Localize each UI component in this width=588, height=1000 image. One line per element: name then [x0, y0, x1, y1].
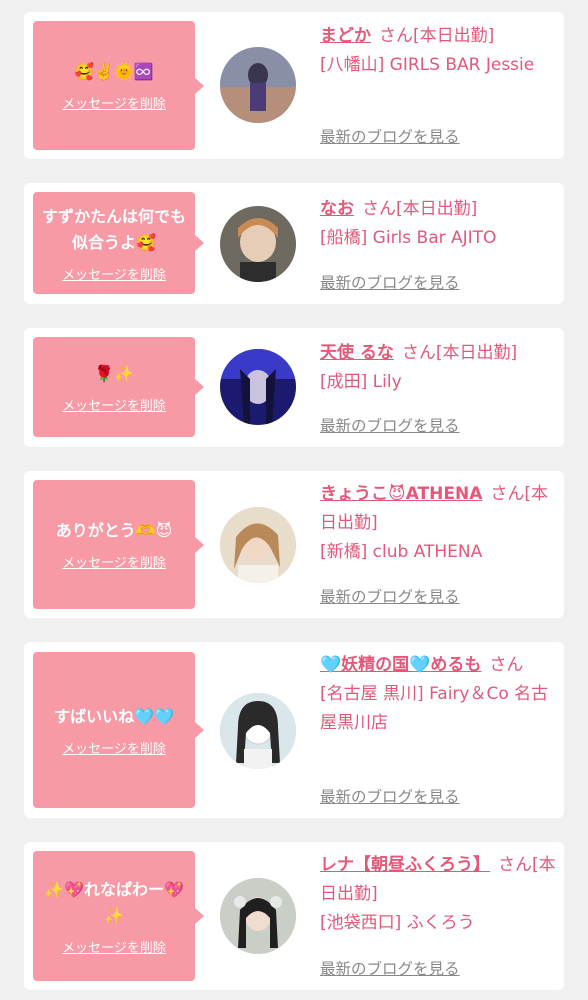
delete-message-link[interactable]: メッセージを削除: [62, 395, 166, 414]
message-card: すばいいね🩵🩵 メッセージを削除 🩵妖精の国🩵めるも さん [名古屋 黒川] Fa…: [24, 642, 564, 818]
message-text: すずかたんは何でも似合うよ🥰: [41, 206, 186, 252]
message-bubble: ✨💖れなぱわー💖✨ メッセージを削除: [33, 851, 204, 981]
cast-info: レナ【朝昼ふくろう】 さん[本日出勤] [池袋西口] ふくろう: [320, 851, 558, 938]
cast-info: 天使 るな さん[本日出勤] [成田] Lily: [320, 339, 558, 397]
latest-blog-link[interactable]: 最新のブログを見る: [320, 957, 460, 979]
attendance-status: [本日出勤]: [435, 343, 518, 363]
latest-blog-link[interactable]: 最新のブログを見る: [320, 785, 460, 807]
cast-name-link[interactable]: 天使 るな: [320, 343, 394, 363]
message-bubble: すばいいね🩵🩵 メッセージを削除: [33, 652, 204, 808]
shop-name: [名古屋 黒川] Fairy＆Co 名古屋黒川店: [320, 684, 549, 733]
latest-blog-link[interactable]: 最新のブログを見る: [320, 125, 460, 147]
cast-avatar[interactable]: [220, 47, 296, 123]
message-card: ✨💖れなぱわー💖✨ メッセージを削除 レナ【朝昼ふくろう】 さん[本日出勤] [池…: [24, 842, 564, 990]
message-text: すばいいね🩵🩵: [54, 706, 174, 726]
cast-name-link[interactable]: まどか: [320, 26, 371, 46]
cast-name-link[interactable]: きょうこ😈ATHENA: [320, 484, 482, 504]
shop-name: [八幡山] GIRLS BAR Jessie: [320, 55, 535, 75]
cast-avatar[interactable]: [220, 349, 296, 425]
message-text: 🥰✌️🌞♾️: [74, 62, 154, 81]
message-bubble: 🌹✨ メッセージを削除: [33, 337, 204, 437]
cast-info: まどか さん[本日出勤] [八幡山] GIRLS BAR Jessie: [320, 22, 558, 80]
shop-name: [成田] Lily: [320, 372, 402, 392]
latest-blog-link[interactable]: 最新のブログを見る: [320, 271, 460, 293]
honorific: さん: [379, 26, 413, 46]
message-card: 🌹✨ メッセージを削除 天使 るな さん[本日出勤] [成田] Lily 最新のブ…: [24, 328, 564, 447]
cast-avatar[interactable]: [220, 878, 296, 954]
shop-name: [船橋] Girls Bar AJITO: [320, 228, 497, 248]
delete-message-link[interactable]: メッセージを削除: [62, 93, 166, 112]
message-card: すずかたんは何でも似合うよ🥰 メッセージを削除 なお さん[本日出勤] [船橋] …: [24, 183, 564, 304]
attendance-status: [本日出勤]: [396, 199, 478, 219]
cast-avatar[interactable]: [220, 206, 296, 282]
message-card: 🥰✌️🌞♾️ メッセージを削除 まどか さん[本日出勤] [八幡山] GIRLS …: [24, 12, 564, 159]
cast-info: きょうこ😈ATHENA さん[本日出勤] [新橋] club ATHENA: [320, 480, 558, 567]
message-card: ありがとう🫶😈 メッセージを削除 きょうこ😈ATHENA さん[本日出勤] [新橋…: [24, 471, 564, 618]
cast-name-link[interactable]: レナ【朝昼ふくろう】: [320, 855, 490, 875]
cast-info: 🩵妖精の国🩵めるも さん [名古屋 黒川] Fairy＆Co 名古屋黒川店: [320, 651, 558, 738]
cast-avatar[interactable]: [220, 693, 296, 769]
message-bubble: 🥰✌️🌞♾️ メッセージを削除: [33, 21, 204, 150]
cast-info: なお さん[本日出勤] [船橋] Girls Bar AJITO: [320, 195, 558, 253]
message-text: ✨💖れなぱわー💖✨: [44, 879, 184, 925]
message-bubble: すずかたんは何でも似合うよ🥰 メッセージを削除: [33, 192, 204, 294]
delete-message-link[interactable]: メッセージを削除: [62, 937, 166, 956]
message-bubble: ありがとう🫶😈 メッセージを削除: [33, 480, 204, 609]
message-text: ありがとう🫶😈: [55, 521, 173, 540]
delete-message-link[interactable]: メッセージを削除: [62, 552, 166, 571]
latest-blog-link[interactable]: 最新のブログを見る: [320, 414, 460, 436]
delete-message-link[interactable]: メッセージを削除: [62, 738, 166, 757]
honorific: さん: [401, 343, 436, 363]
shop-name: [新橋] club ATHENA: [320, 542, 483, 562]
honorific: さん: [498, 855, 532, 875]
honorific: さん: [490, 484, 525, 504]
honorific: さん: [489, 655, 524, 675]
delete-message-link[interactable]: メッセージを削除: [62, 264, 166, 283]
latest-blog-link[interactable]: 最新のブログを見る: [320, 585, 460, 607]
attendance-status: [本日出勤]: [413, 26, 495, 46]
shop-name: [池袋西口] ふくろう: [320, 913, 475, 933]
honorific: さん: [362, 199, 396, 219]
cast-name-link[interactable]: なお: [320, 199, 354, 219]
message-text: 🌹✨: [94, 363, 134, 383]
cast-name-link[interactable]: 🩵妖精の国🩵めるも: [320, 655, 481, 675]
cast-avatar[interactable]: [220, 507, 296, 583]
